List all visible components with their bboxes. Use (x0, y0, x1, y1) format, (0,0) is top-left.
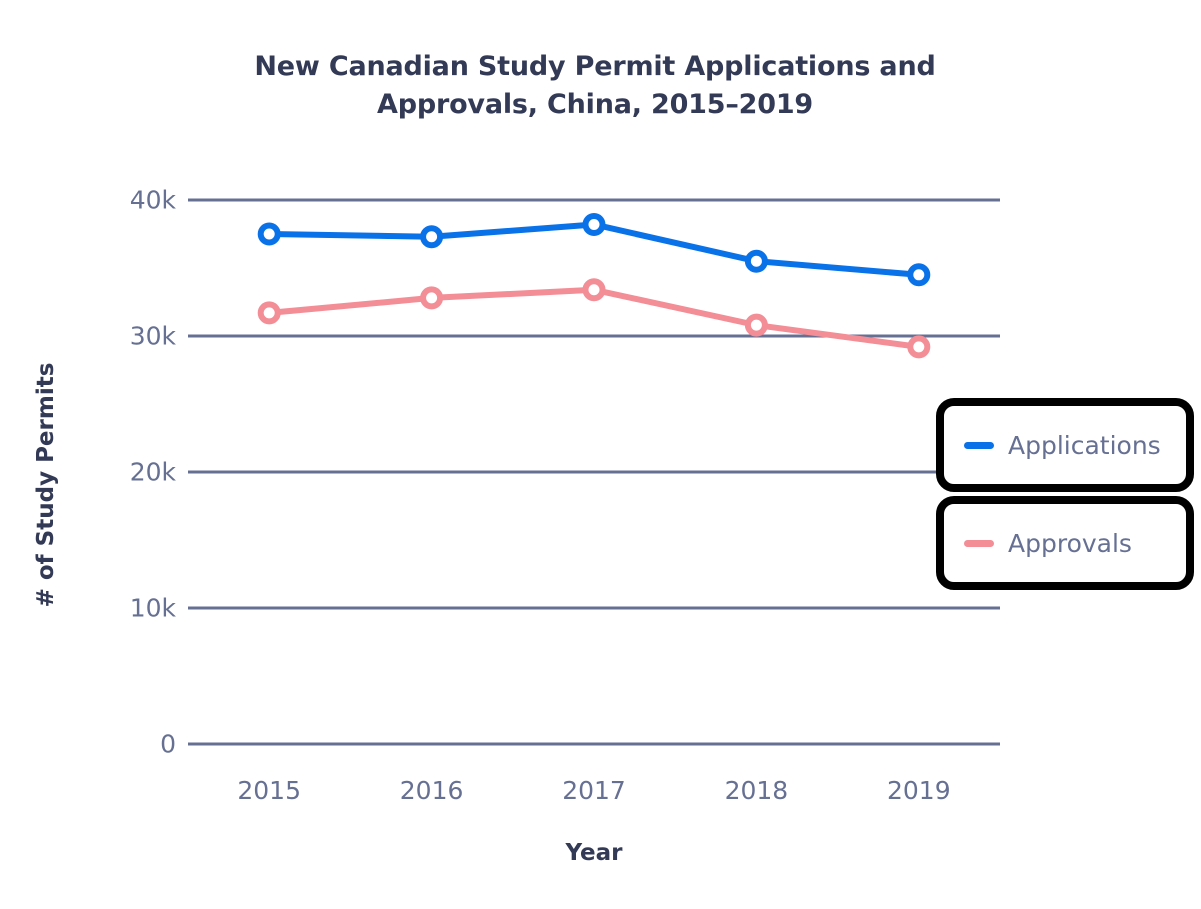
legend-item-label: Approvals (1008, 528, 1132, 558)
data-point-marker[interactable] (744, 313, 768, 337)
y-tick-label: 10k (129, 593, 176, 623)
data-point-marker[interactable] (907, 263, 931, 287)
x-tick-label: 2017 (562, 776, 626, 805)
chart-title: New Canadian Study Permit Applications a… (190, 48, 1000, 125)
y-tick-label: 40k (129, 185, 176, 215)
y-axis-tick-labels: 0 10k 20k 30k 40k (0, 0, 176, 909)
x-tick-label: 2016 (399, 776, 464, 805)
y-tick-label: 0 (160, 729, 176, 759)
data-point-marker[interactable] (907, 335, 931, 359)
data-point-marker[interactable] (420, 286, 444, 310)
data-point-marker[interactable] (582, 278, 606, 302)
y-tick-label: 30k (129, 321, 176, 351)
gridline-30k (188, 334, 1000, 338)
data-point-marker[interactable] (744, 249, 768, 273)
series-line-applications (266, 221, 922, 278)
data-point-marker[interactable] (257, 301, 281, 325)
series-line-approvals (266, 286, 922, 350)
legend-line-swatch-icon (964, 539, 994, 547)
x-tick-label: 2018 (724, 776, 789, 805)
gridline-10k (188, 606, 1000, 610)
data-point-marker[interactable] (257, 222, 281, 246)
x-tick-label: 2019 (886, 776, 951, 805)
chart-title-line-2: Approvals, China, 2015–2019 (377, 89, 813, 121)
x-tick-label: 2015 (237, 776, 301, 805)
legend-item-label: Applications (1008, 430, 1161, 460)
data-point-marker[interactable] (420, 225, 444, 249)
chart-title-line-1: New Canadian Study Permit Applications a… (254, 51, 936, 82)
legend-item-approvals[interactable]: Approvals (936, 496, 1194, 590)
x-axis-title: Year (565, 840, 623, 866)
chart-legend: Applications Approvals (936, 398, 1194, 594)
gridline-40k (188, 198, 1000, 202)
gridline-0 (188, 742, 1000, 746)
data-point-marker[interactable] (582, 212, 606, 236)
line-chart: New Canadian Study Permit Applications a… (0, 0, 1201, 909)
gridline-20k (188, 470, 1000, 474)
legend-item-applications[interactable]: Applications (936, 398, 1194, 492)
legend-line-swatch-icon (964, 441, 994, 449)
y-tick-label: 20k (129, 457, 176, 487)
